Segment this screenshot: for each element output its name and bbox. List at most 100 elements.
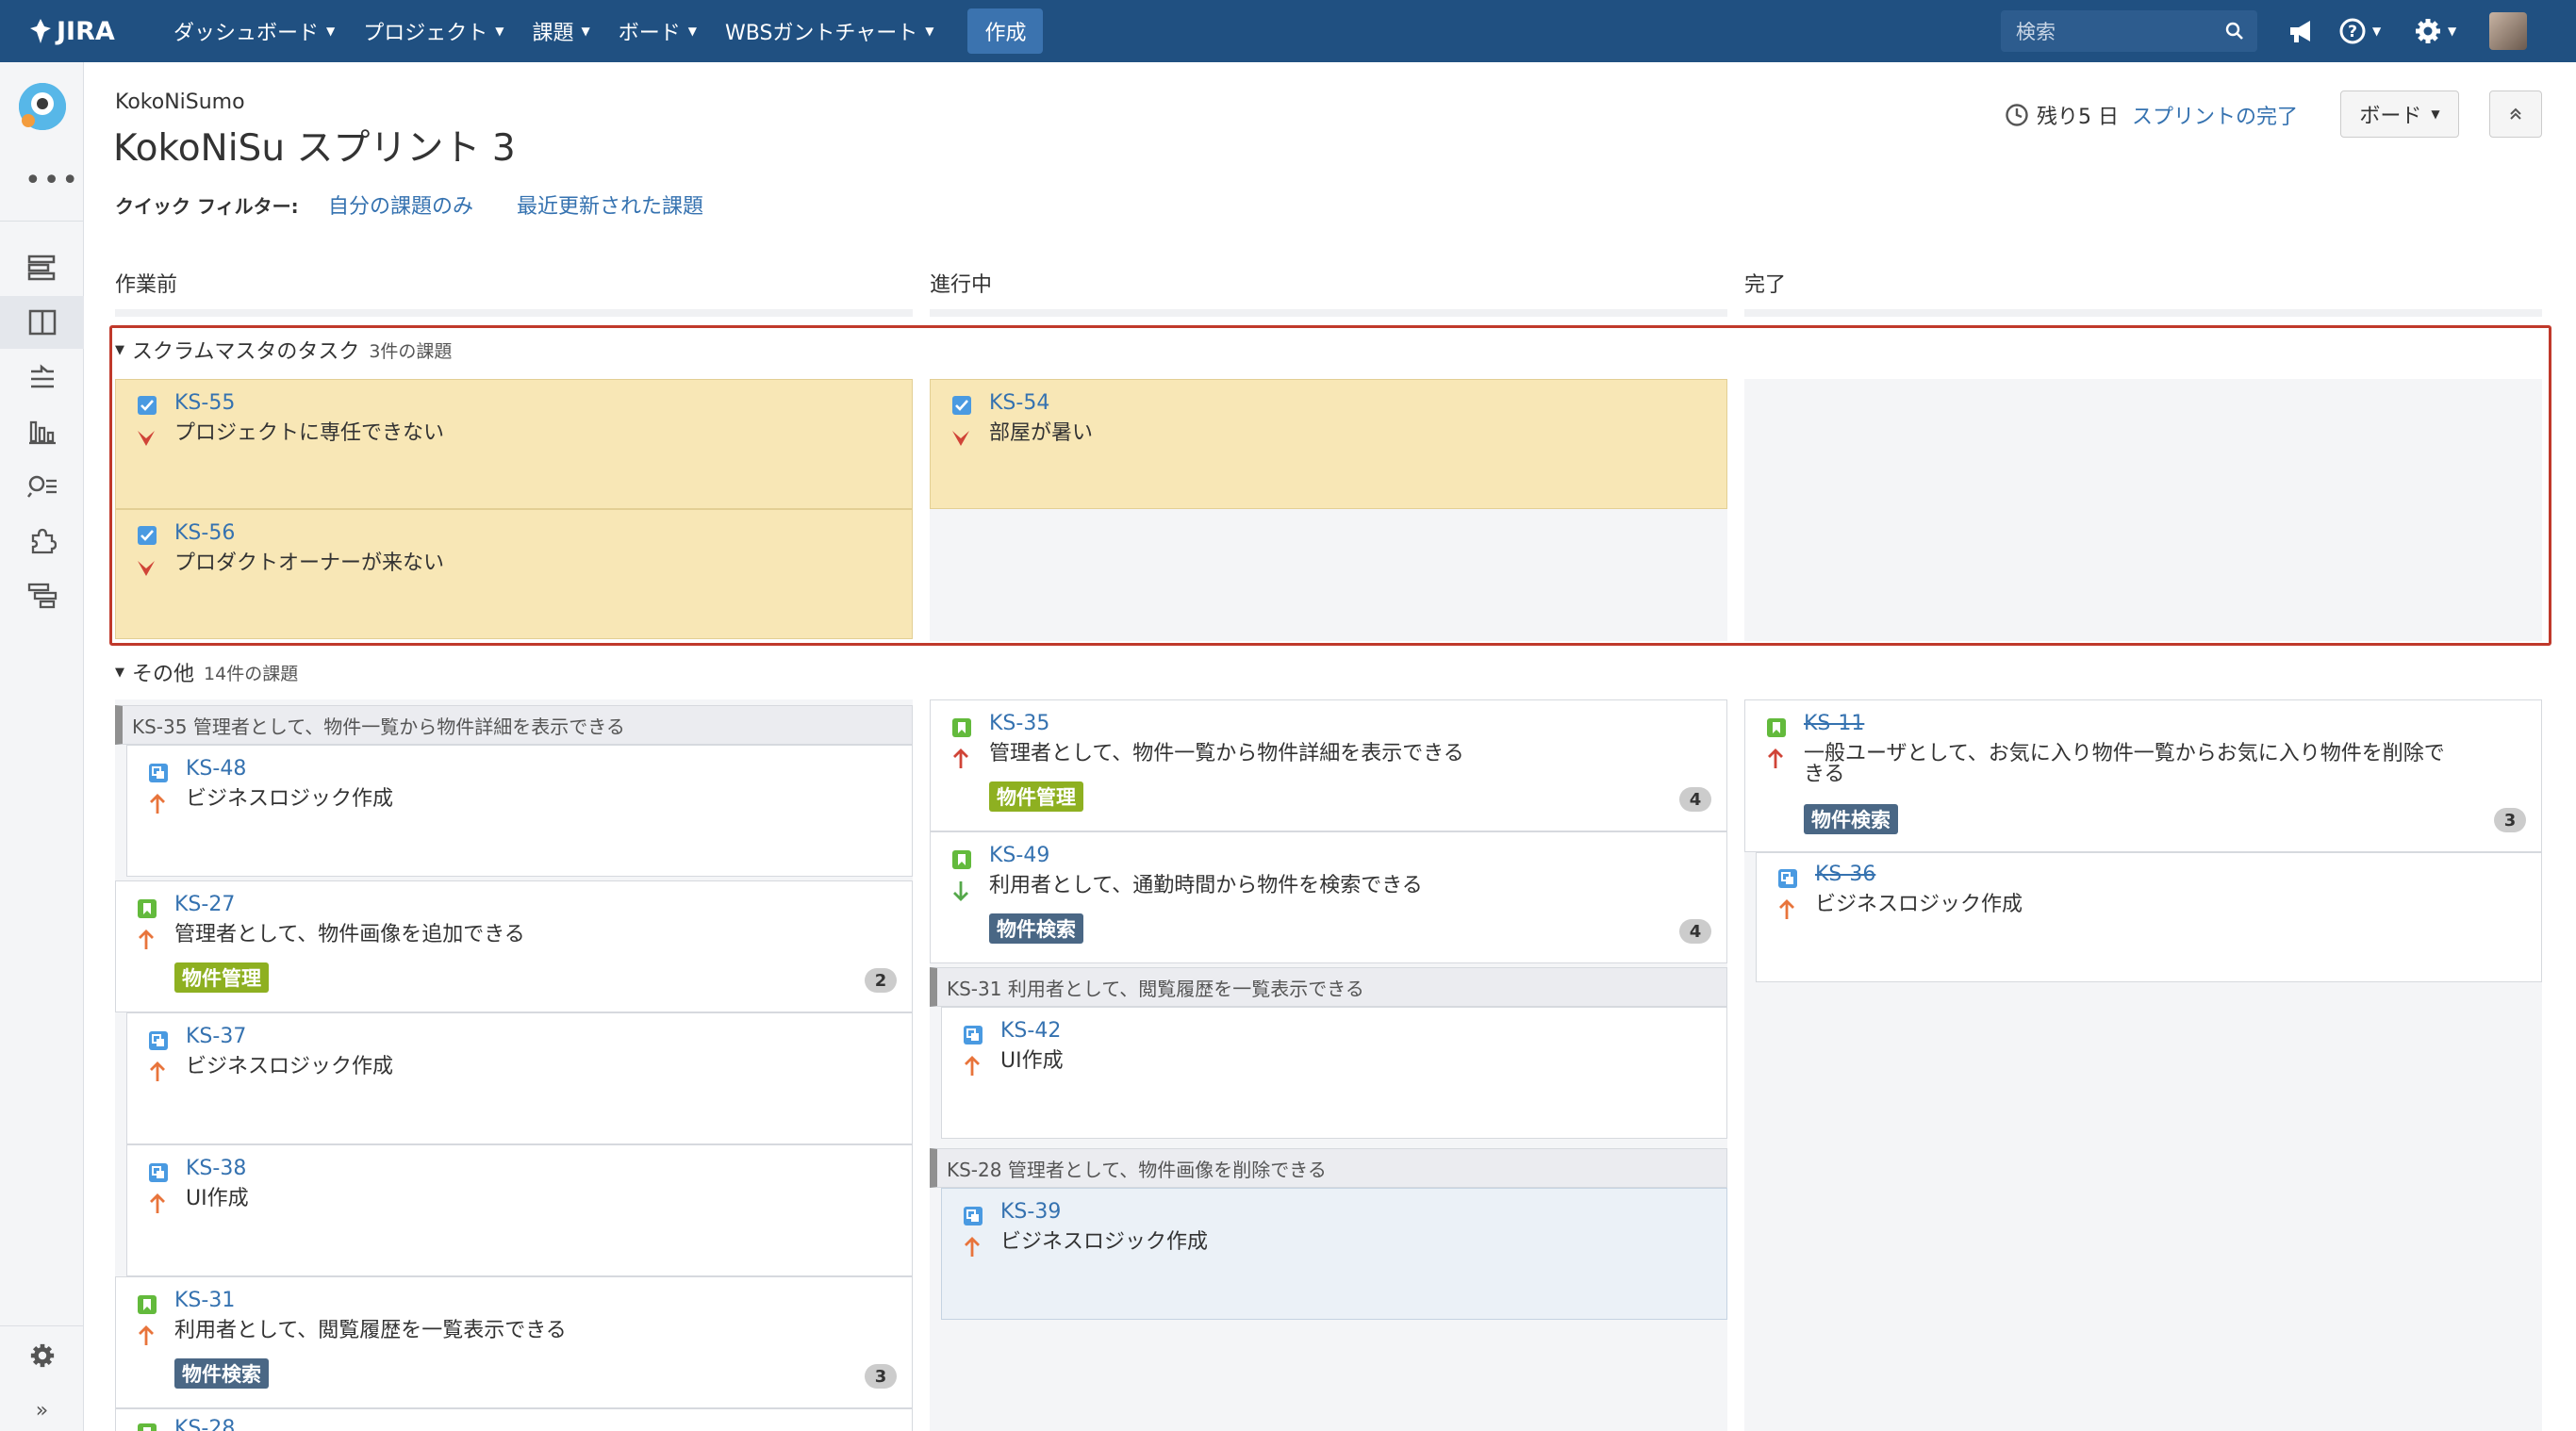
nav-wbs-gantt[interactable]: WBSガントチャート ▼ <box>714 0 945 62</box>
more-icon[interactable]: ••• <box>25 164 80 197</box>
priority-major-arrow-up-icon <box>150 1193 165 1213</box>
issue-key[interactable]: KS-42 <box>1000 1019 1061 1043</box>
logo-text: JIRA <box>57 16 115 46</box>
issue-key[interactable]: KS-28 <box>174 1417 235 1431</box>
story-points-badge: 3 <box>865 1364 897 1389</box>
swimlane-count: 14件の課題 <box>204 663 299 684</box>
sidebar-backlog-icon[interactable] <box>0 241 84 294</box>
issue-summary: ビジネスロジック作成 <box>1815 893 2023 916</box>
issue-card-ks-35[interactable]: KS-35 管理者として、物件一覧から物件詳細を表示できる 物件管理 4 <box>930 699 1727 831</box>
swimlane-header-other[interactable]: ▼ その他 14件の課題 <box>115 657 298 687</box>
subtask-icon <box>149 1031 168 1050</box>
parent-issue-bar-ks-28[interactable]: KS-28 管理者として、物件画像を削除できる <box>930 1148 1727 1188</box>
issue-card-ks-27[interactable]: KS-27 管理者として、物件画像を追加できる 物件管理 2 <box>115 880 913 1012</box>
search-placeholder: 検索 <box>2016 21 2056 43</box>
issue-card-ks-42[interactable]: KS-42 UI作成 <box>941 1007 1727 1139</box>
user-avatar[interactable] <box>2489 12 2527 50</box>
chevron-down-icon: ▼ <box>115 665 124 680</box>
epic-label[interactable]: 物件検索 <box>1804 804 1898 834</box>
story-bookmark-icon <box>952 850 971 869</box>
issue-card-ks-28[interactable]: KS-28 <box>115 1408 913 1431</box>
sidebar-divider <box>0 1325 84 1326</box>
issue-summary: ビジネスロジック作成 <box>1000 1230 1209 1254</box>
story-points-badge: 4 <box>1679 919 1711 944</box>
column-header-todo: 作業前 <box>115 273 178 297</box>
story-points-badge: 3 <box>2494 808 2526 832</box>
quick-filter-recently-updated[interactable]: 最近更新された課題 <box>517 189 703 220</box>
parent-issue-bar-ks-31[interactable]: KS-31 利用者として、閲覧履歴を一覧表示できる <box>930 967 1727 1007</box>
issue-key[interactable]: KS-37 <box>186 1025 246 1048</box>
column-header-done: 完了 <box>1744 273 1787 297</box>
issue-card-ks-49[interactable]: KS-49 利用者として、通勤時間から物件を検索できる 物件検索 4 <box>930 831 1727 963</box>
issue-card-ks-38[interactable]: KS-38 UI作成 <box>126 1144 913 1276</box>
nav-wbs-gantt-label: WBSガントチャート <box>725 22 918 45</box>
nav-issues[interactable]: 課題 ▼ <box>521 0 602 62</box>
issue-summary: 管理者として、物件画像を追加できる <box>174 923 525 946</box>
epic-label[interactable]: 物件検索 <box>174 1358 269 1389</box>
jira-logo[interactable]: JIRA <box>28 17 134 46</box>
collapse-header-button[interactable] <box>2489 90 2542 138</box>
nav-dashboard[interactable]: ダッシュボード ▼ <box>162 0 346 62</box>
column-divider <box>115 309 913 317</box>
issue-key[interactable]: KS-27 <box>174 893 235 916</box>
settings-gear-icon[interactable]: ▼ <box>2414 13 2456 49</box>
nav-boards[interactable]: ボード ▼ <box>607 0 708 62</box>
sidebar-active-sprint-icon[interactable] <box>0 296 84 349</box>
issue-card-ks-36[interactable]: KS-36 ビジネスロジック作成 <box>1756 852 2542 982</box>
sidebar-issues-search-icon[interactable] <box>0 460 84 513</box>
epic-label[interactable]: 物件管理 <box>989 781 1083 812</box>
sidebar-addons-puzzle-icon[interactable] <box>0 515 84 567</box>
sidebar-releases-icon[interactable] <box>0 351 84 403</box>
sidebar-reports-icon[interactable] <box>0 405 84 458</box>
issue-summary: ビジネスロジック作成 <box>186 787 394 811</box>
create-button[interactable]: 作成 <box>967 8 1044 54</box>
swimlane-title: その他 <box>132 663 195 686</box>
sidebar-gantt-icon[interactable] <box>0 569 84 622</box>
search-icon <box>2225 22 2243 40</box>
issue-card-ks-39[interactable]: KS-39 ビジネスロジック作成 <box>941 1188 1727 1320</box>
priority-major-arrow-up-icon <box>965 1056 980 1076</box>
epic-label[interactable]: 物件管理 <box>174 962 269 993</box>
issue-key[interactable]: KS-39 <box>1000 1200 1061 1224</box>
column-divider <box>1744 309 2542 317</box>
subtask-icon <box>149 764 168 782</box>
epic-label[interactable]: 物件検索 <box>989 913 1083 944</box>
issue-card-ks-48[interactable]: KS-48 ビジネスロジック作成 <box>126 745 913 877</box>
issue-summary: UI作成 <box>186 1187 249 1210</box>
project-avatar-icon[interactable] <box>19 83 66 130</box>
subtask-icon <box>964 1207 983 1225</box>
chevron-down-icon: ▼ <box>326 25 336 38</box>
parent-issue-bar-ks-35[interactable]: KS-35 管理者として、物件一覧から物件詳細を表示できる <box>115 705 913 745</box>
issue-key[interactable]: KS-49 <box>989 844 1049 867</box>
help-icon[interactable]: ? ▼ <box>2338 13 2381 49</box>
issue-summary-continued: きる <box>1804 763 1845 786</box>
issue-key[interactable]: KS-35 <box>989 712 1049 735</box>
project-name: KokoNiSumo <box>115 90 245 114</box>
issue-key[interactable]: KS-48 <box>186 757 246 781</box>
issue-card-ks-31[interactable]: KS-31 利用者として、閲覧履歴を一覧表示できる 物件検索 3 <box>115 1276 913 1408</box>
chevron-down-icon: ▼ <box>2448 25 2457 38</box>
story-points-badge: 2 <box>865 968 897 993</box>
priority-major-arrow-up-icon <box>139 929 154 949</box>
sidebar-settings-gear-icon[interactable] <box>0 1329 84 1382</box>
nav-boards-label: ボード <box>618 22 681 45</box>
issue-key[interactable]: KS-38 <box>186 1157 246 1180</box>
quick-filter-my-issues[interactable]: 自分の課題のみ <box>328 189 473 220</box>
column-divider <box>930 309 1727 317</box>
search-input[interactable]: 検索 <box>2001 10 2257 52</box>
notifications-megaphone-icon[interactable] <box>2287 13 2316 49</box>
nav-project[interactable]: プロジェクト ▼ <box>352 0 515 62</box>
issue-key[interactable]: KS-31 <box>174 1289 235 1312</box>
chevron-down-icon: ▼ <box>2372 25 2382 38</box>
issue-key[interactable]: KS-36 <box>1815 863 1875 886</box>
story-bookmark-icon <box>138 1423 157 1431</box>
issue-key[interactable]: KS-11 <box>1804 712 1864 735</box>
issue-card-ks-37[interactable]: KS-37 ビジネスロジック作成 <box>126 1012 913 1144</box>
priority-major-arrow-up-icon <box>150 794 165 814</box>
sidebar-expand-icon[interactable]: » <box>0 1384 84 1431</box>
board-menu-button[interactable]: ボード ▼ <box>2340 90 2459 138</box>
complete-sprint-link[interactable]: スプリントの完了 <box>2132 100 2298 130</box>
issue-card-ks-11[interactable]: KS-11 一般ユーザとして、お気に入り物件一覧からお気に入り物件を削除で きる… <box>1744 699 2542 852</box>
quick-filter-label: クイック フィルター: <box>115 195 299 218</box>
priority-major-arrow-up-icon <box>139 1325 154 1345</box>
